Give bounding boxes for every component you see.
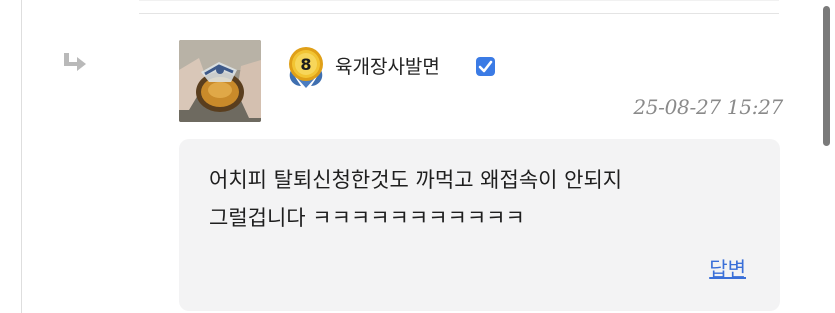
comment-timestamp: 25-08-27 15:27 <box>633 95 783 119</box>
level-medal-icon: 8 <box>289 47 323 88</box>
level-number: 8 <box>300 55 311 74</box>
comment-thread: 8 육개장사발면 25-08-27 15:27 어치피 탈퇴신청한것도 까먹고 … <box>0 0 835 313</box>
thread-left-border <box>21 0 22 313</box>
reply-button[interactable]: 답변 <box>709 253 746 282</box>
comment-body: 어치피 탈퇴신청한것도 까먹고 왜접속이 안되지 그럴겁니다 ㅋㅋㅋㅋㅋㅋㅋㅋㅋ… <box>209 161 769 237</box>
comment-bubble: 어치피 탈퇴신청한것도 까먹고 왜접속이 안되지 그럴겁니다 ㅋㅋㅋㅋㅋㅋㅋㅋㅋ… <box>179 139 780 311</box>
previous-comment-edge <box>139 0 779 1</box>
comment-divider <box>139 13 779 14</box>
comment-line: 어치피 탈퇴신청한것도 까먹고 왜접속이 안되지 <box>209 168 623 192</box>
avatar[interactable] <box>179 40 261 122</box>
comment-line: 그럴겁니다 ㅋㅋㅋㅋㅋㅋㅋㅋㅋㅋㅋ <box>209 206 525 230</box>
scrollbar-thumb[interactable] <box>823 6 830 146</box>
reply-arrow-icon <box>64 53 86 71</box>
check-badge-icon <box>476 57 495 76</box>
avatar-image <box>179 40 261 122</box>
author-name[interactable]: 육개장사발면 <box>335 55 440 79</box>
